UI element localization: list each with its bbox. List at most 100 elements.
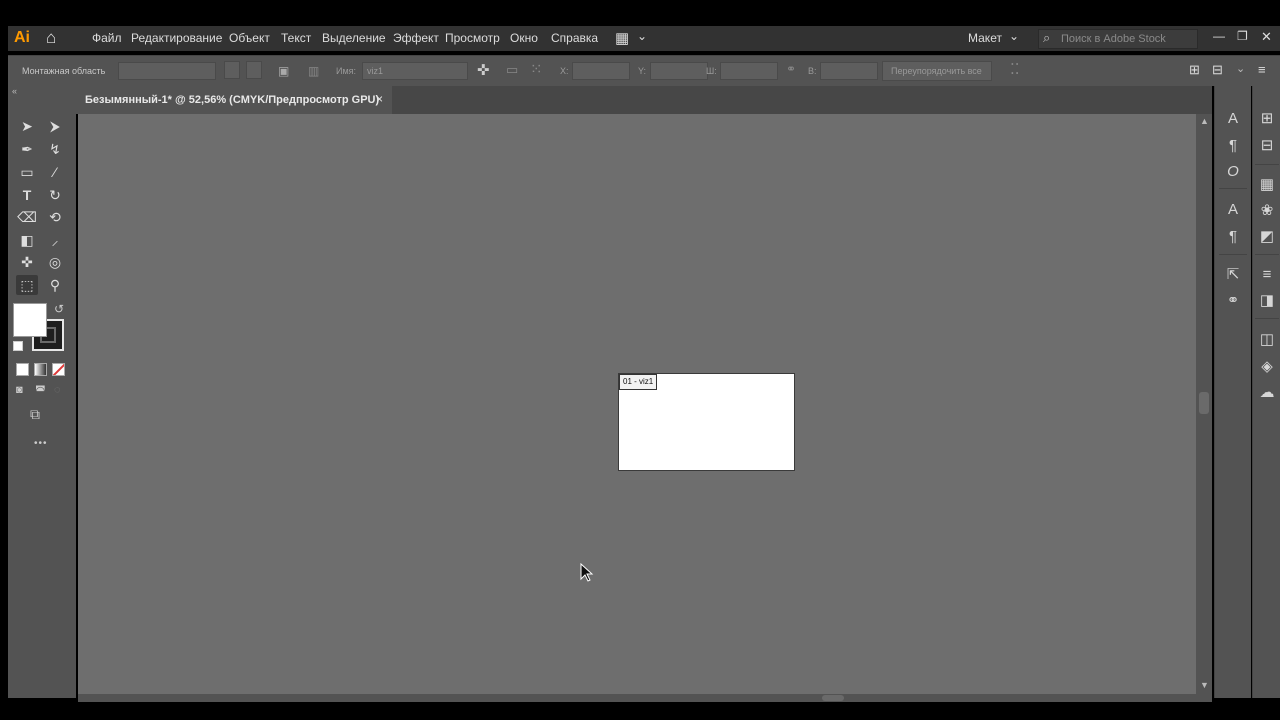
draw-normal-icon[interactable]: ◙ — [16, 384, 23, 396]
constrain-proportions-icon[interactable]: ⚭ — [786, 62, 796, 76]
none-mode-icon[interactable] — [52, 363, 65, 376]
vertical-scroll-thumb[interactable] — [1199, 392, 1209, 414]
draw-behind-icon[interactable]: ◚ — [35, 384, 46, 397]
menu-help[interactable]: Справка — [551, 31, 598, 45]
artboard-preset-select[interactable] — [118, 62, 216, 80]
menu-select[interactable]: Выделение — [322, 31, 386, 45]
panel-dock-right: ⊞ ⊟ ▦ ❀ ◩ ≡ ◨ ◫ ◈ ☁ — [1252, 86, 1280, 698]
horizontal-scroll-thumb[interactable] — [822, 695, 844, 701]
symbols-panel-icon[interactable]: ◩ — [1255, 226, 1279, 248]
menu-window[interactable]: Окно — [510, 31, 538, 45]
pen-tool-icon[interactable]: ✒ — [16, 139, 38, 159]
artboard-options-icon[interactable]: ▭ — [506, 62, 518, 78]
zoom-tool-icon[interactable]: ⚲ — [44, 275, 66, 295]
brushes-panel-icon[interactable]: ❀ — [1255, 200, 1279, 222]
gradient-tool-icon[interactable]: ◧ — [16, 230, 38, 250]
puppet-warp-tool-icon[interactable]: ✜ — [16, 252, 38, 272]
direct-selection-tool-icon[interactable]: ⮞ — [44, 116, 66, 136]
portrait-button[interactable] — [224, 61, 240, 79]
gradient-panel-icon[interactable]: ◨ — [1255, 290, 1279, 312]
artboard-name-value: viz1 — [367, 66, 384, 76]
eraser-tool-icon[interactable]: ⌫ — [16, 207, 38, 227]
eyedropper-tool-icon[interactable]: ⸝ — [44, 230, 66, 250]
character-styles-icon[interactable]: A — [1221, 199, 1245, 221]
chevron-down-icon[interactable]: ⌄ — [637, 29, 647, 43]
divider — [1255, 254, 1279, 255]
landscape-button[interactable] — [246, 61, 262, 79]
canvas[interactable]: 01 - viz1 — [78, 114, 1196, 694]
reference-point-icon[interactable]: ⁙ — [530, 60, 543, 78]
home-icon[interactable]: ⌂ — [46, 28, 56, 48]
curvature-tool-icon[interactable]: ↯ — [44, 139, 66, 159]
transform-panel-icon[interactable]: ⊞ — [1255, 108, 1279, 130]
new-artboard-icon[interactable]: ▣ — [278, 64, 289, 78]
opentype-panel-icon[interactable]: O — [1221, 161, 1245, 183]
delete-artboard-icon[interactable]: ▥ — [308, 64, 319, 78]
arrange-documents-icon[interactable]: ▦ — [615, 29, 629, 47]
symbol-sprayer-tool-icon[interactable]: ◎ — [44, 252, 66, 272]
grid-options-icon[interactable]: ⁚⁚ — [1010, 60, 1020, 78]
artboard-name-input[interactable]: viz1 — [362, 62, 468, 80]
y-label: Y: — [638, 66, 647, 76]
links-panel-icon[interactable]: ⚭ — [1221, 290, 1245, 312]
close-icon[interactable]: ✕ — [1261, 29, 1272, 45]
minimize-icon[interactable]: — — [1213, 29, 1225, 43]
paragraph-panel-icon[interactable]: ¶ — [1221, 135, 1245, 157]
rearrange-all-button[interactable]: Переупорядочить все — [882, 61, 992, 81]
menu-type[interactable]: Текст — [281, 31, 311, 45]
h-input[interactable] — [820, 62, 878, 80]
screen-mode-icon[interactable]: ⧉ — [30, 406, 40, 423]
shape-builder-tool-icon[interactable]: ⟲ — [44, 207, 66, 227]
selection-tool-icon[interactable]: ➤ — [16, 116, 38, 136]
scroll-down-icon[interactable]: ▼ — [1200, 680, 1209, 690]
character-panel-icon[interactable]: A — [1221, 108, 1245, 130]
draw-inside-icon[interactable]: ◌ — [54, 384, 61, 396]
chevron-down-icon[interactable]: ⌄ — [1236, 62, 1245, 75]
paragraph-styles-icon[interactable]: ¶ — [1221, 226, 1245, 248]
document-tab[interactable]: Безымянный-1* @ 52,56% (CMYK/Предпросмот… — [76, 86, 392, 114]
menu-edit[interactable]: Редактирование — [131, 31, 222, 45]
x-input[interactable] — [572, 62, 630, 80]
gradient-mode-icon[interactable] — [34, 363, 47, 376]
transparency-panel-icon[interactable]: ◫ — [1255, 329, 1279, 351]
w-label: Ш: — [706, 66, 717, 76]
type-tool-icon[interactable]: T — [16, 185, 38, 205]
stroke-panel-icon[interactable]: ≡ — [1255, 264, 1279, 286]
rotate-tool-icon[interactable]: ↻ — [44, 185, 66, 205]
menu-file[interactable]: Файл — [92, 31, 122, 45]
asset-export-icon[interactable]: ⇱ — [1221, 264, 1245, 286]
collapse-icon[interactable]: « — [12, 86, 17, 96]
properties-icon[interactable]: ⊟ — [1212, 62, 1223, 78]
paintbrush-tool-icon[interactable]: ⁄ — [44, 162, 66, 182]
menu-view[interactable]: Просмотр — [445, 31, 500, 45]
menu-icon[interactable]: ≡ — [1258, 62, 1266, 77]
libraries-panel-icon[interactable]: ☁ — [1255, 382, 1279, 404]
w-input[interactable] — [720, 62, 778, 80]
chevron-down-icon[interactable]: ⌄ — [1009, 29, 1019, 43]
search-placeholder: Поиск в Adobe Stock — [1061, 33, 1166, 45]
close-tab-icon[interactable]: × — [376, 92, 383, 106]
fill-swatch[interactable] — [13, 303, 47, 337]
color-mode-icon[interactable] — [16, 363, 29, 376]
menu-object[interactable]: Объект — [229, 31, 270, 45]
artboard-label: Монтажная область — [22, 66, 106, 76]
restore-icon[interactable]: ❐ — [1237, 29, 1248, 43]
default-colors-icon[interactable] — [13, 341, 23, 351]
workspace-switcher[interactable]: Макет — [968, 31, 1002, 45]
more-tools-icon[interactable]: ••• — [34, 438, 48, 449]
align-panel-icon[interactable]: ⊞ — [1189, 62, 1200, 78]
rectangle-tool-icon[interactable]: ▭ — [16, 162, 38, 182]
menu-effect[interactable]: Эффект — [393, 31, 439, 45]
vertical-scrollbar[interactable]: ▲ ▼ — [1196, 114, 1212, 694]
swap-fill-stroke-icon[interactable]: ↺ — [54, 302, 64, 316]
move-copy-artwork-icon[interactable]: ✜ — [477, 61, 490, 79]
scroll-up-icon[interactable]: ▲ — [1200, 116, 1209, 126]
layers-panel-icon[interactable]: ◈ — [1255, 356, 1279, 378]
swatches-panel-icon[interactable]: ▦ — [1255, 174, 1279, 196]
artboard-tool-icon[interactable]: ⬚ — [16, 275, 38, 295]
horizontal-scrollbar[interactable] — [78, 694, 1212, 702]
y-input[interactable] — [650, 62, 708, 80]
stock-search-field[interactable]: ⌕ Поиск в Adobe Stock — [1038, 29, 1198, 49]
name-label: Имя: — [336, 66, 357, 76]
align-panel-icon[interactable]: ⊟ — [1255, 135, 1279, 157]
